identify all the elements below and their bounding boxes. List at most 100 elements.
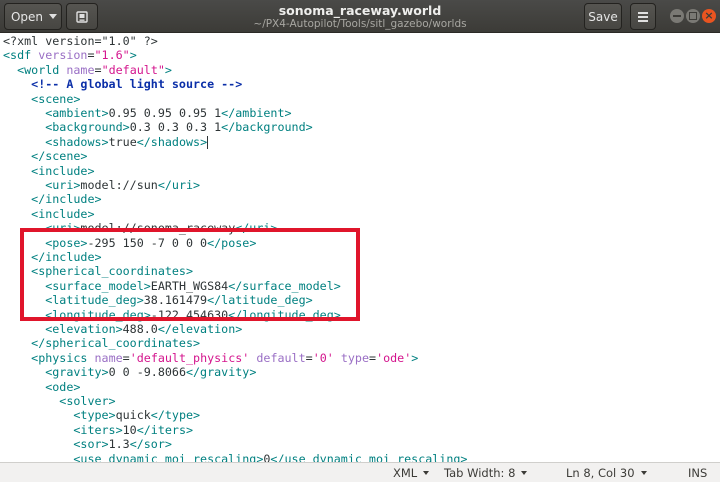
- code-line[interactable]: <latitude_deg>38.161479</latitude_deg>: [3, 293, 312, 308]
- text-cursor: [207, 135, 209, 149]
- code-token: <solver>: [59, 394, 116, 408]
- close-icon: ×: [704, 9, 714, 22]
- code-token: <spherical_coordinates>: [31, 264, 193, 279]
- code-line[interactable]: <ambient>0.95 0.95 0.95 1</ambient>: [3, 106, 291, 120]
- code-token: 0.3 0.3 0.3 1: [129, 120, 222, 135]
- code-token: name: [94, 350, 123, 365]
- code-token: EARTH_WGS84: [150, 278, 229, 293]
- code-token: <longitude_deg>: [45, 307, 151, 322]
- code-line[interactable]: <pose>-295 150 -7 0 0 0</pose>: [3, 236, 256, 250]
- new-document-icon: [76, 10, 88, 23]
- code-line[interactable]: <use_dynamic_moi_rescaling>0</use_dynami…: [3, 452, 467, 462]
- header-bar: Open sonoma_raceway.world ~/PX4-Autopilo…: [0, 0, 720, 33]
- code-token: <?xml version="1.0" ?>: [3, 34, 158, 48]
- code-line[interactable]: <?xml version="1.0" ?>: [3, 34, 158, 48]
- maximize-button[interactable]: [686, 9, 700, 23]
- insert-mode-indicator: INS: [688, 466, 708, 480]
- code-token: default: [256, 350, 306, 365]
- code-line[interactable]: <include>: [3, 207, 94, 221]
- chevron-down-icon: [423, 471, 430, 475]
- code-token: </longitude_deg>: [228, 307, 341, 322]
- code-line[interactable]: <gravity>0 0 -9.8066</gravity>: [3, 365, 256, 379]
- chevron-down-icon: [640, 471, 647, 475]
- code-token: <sor>: [73, 437, 109, 452]
- cursor-position-label: Ln 8, Col 30: [566, 466, 635, 480]
- text-editor[interactable]: <?xml version="1.0" ?> <sdf version="1.6"…: [0, 33, 720, 462]
- code-token: <use_dynamic_moi_rescaling>: [73, 451, 264, 462]
- code-token: </elevation>: [157, 322, 243, 336]
- code-token: <scene>: [31, 91, 81, 106]
- code-token: >: [129, 48, 137, 63]
- code-token: quick: [115, 408, 151, 423]
- code-line[interactable]: </scene>: [3, 149, 87, 163]
- tab-width-label: Tab Width: 8: [444, 466, 516, 480]
- code-token: -122.454630: [150, 307, 229, 322]
- code-token: <latitude_deg>: [45, 293, 144, 308]
- new-document-button[interactable]: [66, 3, 98, 30]
- code-line[interactable]: <scene>: [3, 92, 80, 106]
- code-token: <type>: [73, 408, 116, 423]
- code-token: '0': [312, 350, 334, 365]
- code-line[interactable]: <ode>: [3, 380, 80, 394]
- window-subtitle-path: ~/PX4-Autopilot/Tools/sitl_gazebo/worlds: [253, 18, 467, 30]
- code-token: =: [122, 350, 130, 365]
- code-token: name: [66, 62, 95, 77]
- code-line[interactable]: <uri>model://sonoma_raceway</uri>: [3, 221, 277, 235]
- code-token: version: [38, 48, 88, 63]
- status-bar: XML Tab Width: 8 Ln 8, Col 30 INS: [0, 462, 720, 482]
- code-token: 0 0 -9.8066: [108, 365, 186, 380]
- code-token: model://sonoma_raceway: [80, 221, 236, 236]
- save-button[interactable]: Save: [584, 3, 622, 30]
- code-line[interactable]: <sdf version="1.6">: [3, 48, 137, 62]
- code-line[interactable]: <iters>10</iters>: [3, 423, 193, 437]
- code-token: =: [94, 62, 102, 77]
- code-token: >: [164, 62, 172, 77]
- code-line[interactable]: <surface_model>EARTH_WGS84</surface_mode…: [3, 279, 341, 293]
- code-line[interactable]: <physics name='default_physics' default=…: [3, 351, 418, 365]
- open-button[interactable]: Open: [4, 3, 62, 30]
- code-line[interactable]: <shadows>true</shadows>: [3, 134, 209, 149]
- chevron-down-icon: [49, 14, 58, 19]
- minimize-button[interactable]: [670, 9, 684, 23]
- code-line[interactable]: <world name="default">: [3, 63, 172, 77]
- code-line[interactable]: <type>quick</type>: [3, 408, 200, 422]
- code-line[interactable]: <uri>model://sun</uri>: [3, 178, 200, 192]
- code-line[interactable]: </include>: [3, 250, 101, 264]
- code-line[interactable]: <background>0.3 0.3 0.3 1</background>: [3, 120, 312, 135]
- code-line[interactable]: </include>: [3, 192, 101, 206]
- cursor-position-selector[interactable]: Ln 8, Col 30: [566, 466, 647, 480]
- code-token: -295 150 -7 0 0 0: [87, 235, 208, 250]
- code-token: true: [108, 134, 137, 149]
- code-line[interactable]: <include>: [3, 164, 94, 178]
- code-token: </gravity>: [185, 365, 257, 380]
- menu-button[interactable]: [630, 3, 656, 30]
- code-line[interactable]: <!-- A global light source -->: [3, 77, 242, 91]
- code-token: <gravity>: [45, 365, 109, 380]
- code-line[interactable]: <spherical_coordinates>: [3, 264, 193, 278]
- code-line[interactable]: <sor>1.3</sor>: [3, 437, 172, 451]
- code-token: <ode>: [45, 379, 81, 394]
- code-token: </spherical_coordinates>: [31, 336, 201, 351]
- minimize-icon: [673, 15, 681, 17]
- code-line[interactable]: <longitude_deg>-122.454630</longitude_de…: [3, 308, 341, 322]
- code-token: <background>: [45, 120, 130, 135]
- code-token: =: [305, 350, 313, 365]
- code-line[interactable]: <elevation>488.0</elevation>: [3, 322, 242, 336]
- language-selector[interactable]: XML: [393, 466, 430, 480]
- code-token: <!-- A global light source -->: [31, 77, 243, 92]
- close-button[interactable]: ×: [702, 9, 716, 23]
- code-line[interactable]: <solver>: [3, 394, 116, 408]
- tab-width-selector[interactable]: Tab Width: 8: [444, 466, 528, 480]
- code-line[interactable]: </spherical_coordinates>: [3, 336, 200, 350]
- code-token: </uri>: [157, 178, 201, 192]
- code-token: "1.6": [94, 48, 130, 63]
